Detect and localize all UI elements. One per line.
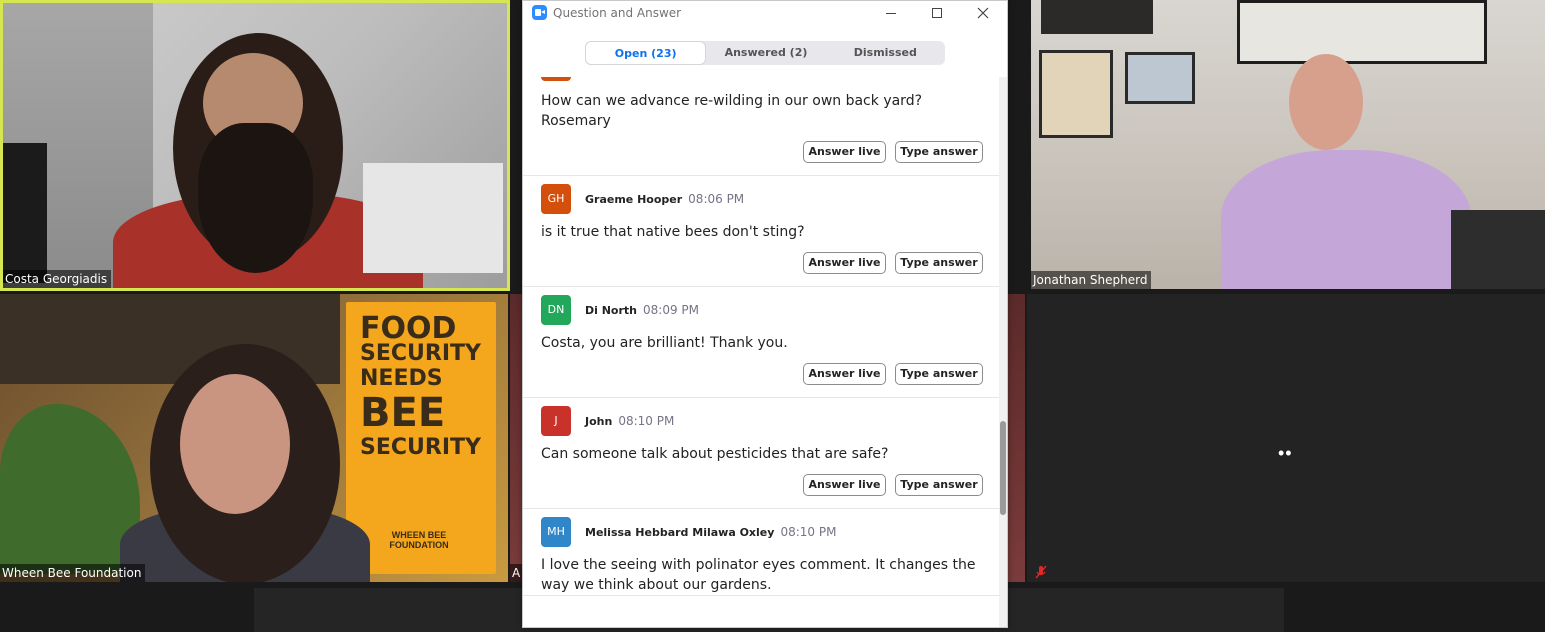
answer-live-button[interactable]: Answer live (803, 252, 886, 274)
scrollbar[interactable] (999, 77, 1007, 627)
asker-name: John (585, 415, 613, 428)
maximize-button[interactable] (915, 1, 959, 25)
tab-answered[interactable]: Answered (2) (706, 41, 825, 65)
more-options-icon[interactable]: •• (1278, 443, 1293, 464)
tab-dismissed[interactable]: Dismissed (826, 41, 945, 65)
video-tile-no-video[interactable] (1027, 294, 1545, 582)
type-answer-button[interactable]: Type answer (895, 141, 983, 163)
question-text: I love the seeing with polinator eyes co… (541, 557, 976, 593)
person-torso (1221, 150, 1471, 289)
question-item: J John 08:10 PM Can someone talk about pe… (523, 398, 999, 509)
picture-frame (1039, 50, 1113, 138)
asker-name: Di North (585, 304, 638, 317)
type-answer-button[interactable]: Type answer (895, 363, 983, 385)
maximize-icon (932, 8, 942, 19)
picture-frame (1125, 52, 1195, 104)
question-item: How can we advance re-wilding in our own… (523, 77, 999, 176)
video-tile-costa[interactable]: Costa Georgiadis (0, 0, 510, 291)
zoom-app-icon (532, 5, 547, 20)
whiteboard (363, 163, 503, 273)
question-text: Costa, you are brilliant! Thank you. (541, 335, 788, 351)
type-answer-button[interactable]: Type answer (895, 474, 983, 496)
question-time: 08:09 PM (643, 303, 700, 317)
question-text: is it true that native bees don't sting? (541, 224, 805, 240)
plant (0, 404, 140, 574)
banner-line: BEE (360, 390, 446, 436)
answer-live-button[interactable]: Answer live (803, 141, 886, 163)
banner-line: FOOD (360, 311, 457, 346)
answer-live-button[interactable]: Answer live (803, 474, 886, 496)
mic-muted-icon (1035, 565, 1047, 579)
avatar: GH (541, 184, 571, 214)
avatar: DN (541, 295, 571, 325)
banner-line: SECURITY (360, 435, 481, 460)
window-title: Question and Answer (553, 6, 682, 20)
banner-logo: WHEEN BEE FOUNDATION (389, 530, 449, 550)
type-answer-button[interactable]: Type answer (895, 252, 983, 274)
participant-name: Wheen Bee Foundation (0, 564, 146, 582)
close-icon (977, 7, 989, 19)
food-security-banner: FOOD SECURITY NEEDS BEE SECURITY WHEEN B… (346, 302, 496, 574)
avatar (541, 77, 571, 81)
banner-line: NEEDS (360, 366, 443, 391)
question-text: How can we advance re-wilding in our own… (541, 93, 923, 129)
person-head (1289, 54, 1363, 150)
close-button[interactable] (961, 1, 1005, 25)
minimize-icon (886, 12, 896, 14)
question-time: 08:06 PM (688, 192, 745, 206)
minimize-button[interactable] (869, 1, 913, 25)
picture-frame (1041, 0, 1153, 34)
scrollbar-thumb[interactable] (1000, 421, 1006, 515)
qa-titlebar[interactable]: Question and Answer (523, 1, 1007, 25)
person-beard (198, 123, 313, 273)
video-tile-wheen[interactable]: FOOD SECURITY NEEDS BEE SECURITY WHEEN B… (0, 294, 508, 582)
avatar: J (541, 406, 571, 436)
video-tile-jonathan[interactable]: Jonathan Shepherd (1031, 0, 1545, 289)
tab-open[interactable]: Open (23) (585, 41, 707, 65)
question-item: DN Di North 08:09 PM Costa, you are brill… (523, 287, 999, 398)
answer-live-button[interactable]: Answer live (803, 363, 886, 385)
doorway (3, 143, 47, 283)
avatar: MH (541, 517, 571, 547)
banner-line: SECURITY (360, 341, 481, 366)
person-face (180, 374, 290, 514)
picture-frame (1237, 0, 1487, 64)
qa-window: Question and Answer Open (23) Answered (… (522, 0, 1008, 628)
question-item: MH Melissa Hebbard Milawa Oxley 08:10 PM … (523, 509, 999, 596)
participant-name: Jonathan Shepherd (1031, 271, 1152, 289)
asker-name: Melissa Hebbard Milawa Oxley (585, 526, 775, 539)
question-item: GH Graeme Hooper 08:06 PM is it true that… (523, 176, 999, 287)
question-text: Can someone talk about pesticides that a… (541, 446, 889, 462)
qa-tabs: Open (23) Answered (2) Dismissed (585, 41, 945, 65)
question-list[interactable]: How can we advance re-wilding in our own… (523, 77, 999, 627)
question-time: 08:10 PM (780, 525, 837, 539)
asker-name: Graeme Hooper (585, 193, 683, 206)
desk-equipment (1451, 210, 1545, 289)
question-time: 08:10 PM (618, 414, 675, 428)
participant-name: Costa Georgiadis (3, 270, 112, 288)
